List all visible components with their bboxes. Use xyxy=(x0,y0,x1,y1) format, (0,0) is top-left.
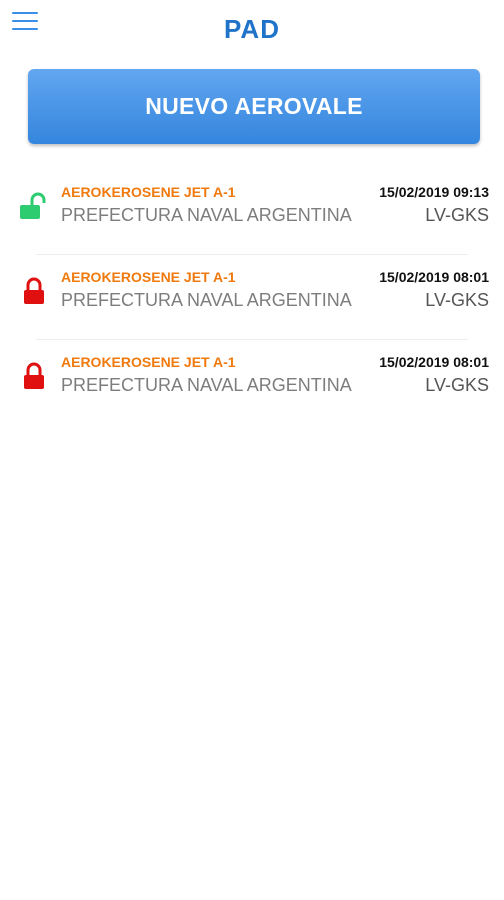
list-item[interactable]: AEROKEROSENE JET A-1 PREFECTURA NAVAL AR… xyxy=(0,255,504,340)
organization-name: PREFECTURA NAVAL ARGENTINA xyxy=(61,205,352,225)
record-datetime: 15/02/2019 08:01 xyxy=(379,269,489,285)
product-name: AEROKEROSENE JET A-1 xyxy=(61,184,236,200)
aerovale-list: AEROKEROSENE JET A-1 PREFECTURA NAVAL AR… xyxy=(0,170,504,425)
app-title: PAD xyxy=(224,14,280,44)
aircraft-registration: LV-GKS xyxy=(425,290,489,310)
organization-name: PREFECTURA NAVAL ARGENTINA xyxy=(61,290,352,310)
locked-icon xyxy=(24,362,44,389)
product-name: AEROKEROSENE JET A-1 xyxy=(61,269,236,285)
list-item[interactable]: AEROKEROSENE JET A-1 PREFECTURA NAVAL AR… xyxy=(0,170,504,255)
unlocked-icon xyxy=(20,192,46,219)
product-name: AEROKEROSENE JET A-1 xyxy=(61,354,236,370)
organization-name: PREFECTURA NAVAL ARGENTINA xyxy=(61,375,352,395)
aircraft-registration: LV-GKS xyxy=(425,205,489,225)
record-datetime: 15/02/2019 09:13 xyxy=(379,184,489,200)
list-item[interactable]: AEROKEROSENE JET A-1 PREFECTURA NAVAL AR… xyxy=(0,340,504,425)
new-aerovale-button[interactable]: NUEVO AEROVALE xyxy=(28,69,480,144)
record-datetime: 15/02/2019 08:01 xyxy=(379,354,489,370)
aircraft-registration: LV-GKS xyxy=(425,375,489,395)
locked-icon xyxy=(24,277,44,304)
app-header: PAD xyxy=(0,0,504,60)
